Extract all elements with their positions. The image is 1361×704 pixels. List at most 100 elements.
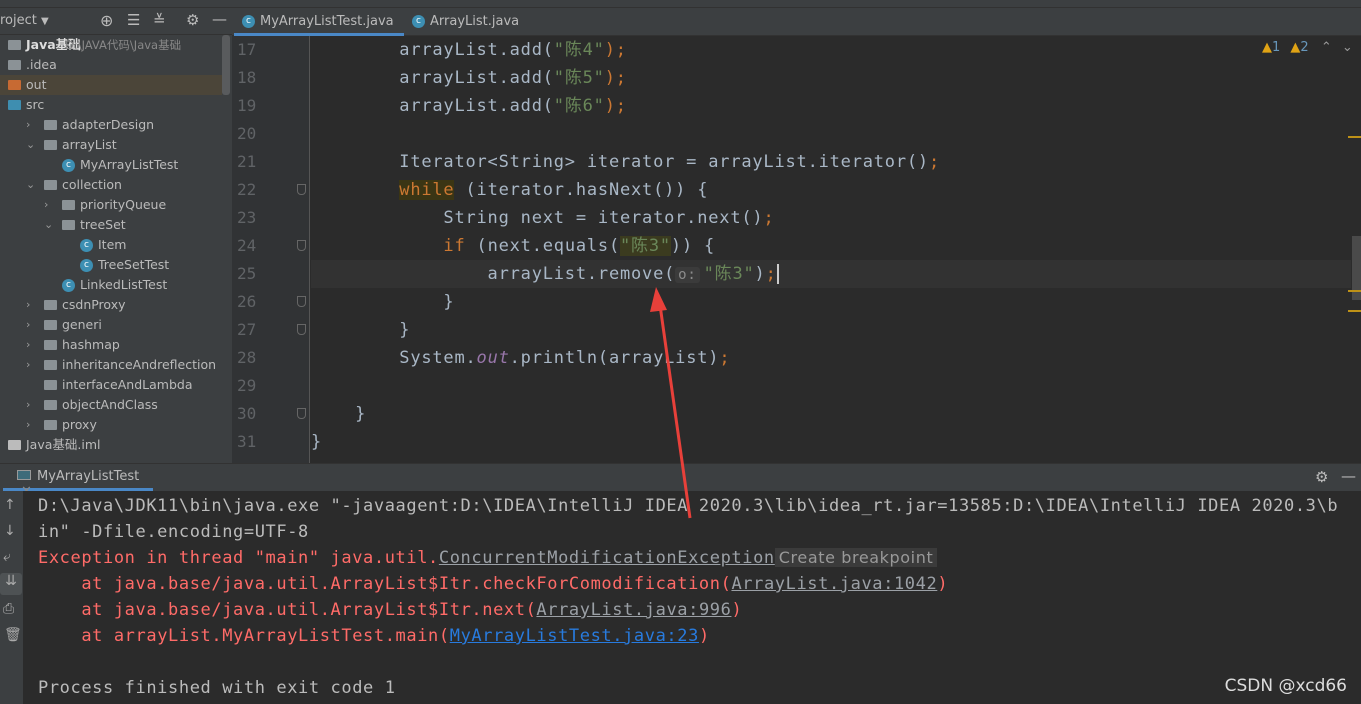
tree-item[interactable]: interfaceAndLambda <box>0 375 222 395</box>
code-line[interactable]: while (iterator.hasNext()) { <box>311 176 708 204</box>
tree-item[interactable]: c TreeSetTest <box>0 255 222 275</box>
line-number: 26 <box>237 292 257 311</box>
folder-icon <box>44 380 57 390</box>
tree-item[interactable]: › inheritanceAndreflection <box>0 355 222 375</box>
tree-item[interactable]: .idea <box>0 55 222 75</box>
tree-item[interactable]: ⌄ treeSet <box>0 215 222 235</box>
code-editor[interactable]: arrayList.add("陈4"); arrayList.add("陈5")… <box>311 36 1351 463</box>
console-line: D:\Java\JDK11\bin\java.exe "-javaagent:D… <box>38 493 1348 545</box>
code-line[interactable]: Iterator<String> iterator = arrayList.it… <box>311 148 940 176</box>
inspection-widget[interactable]: ▲1 ▲2 ⌃ ⌄ <box>1262 40 1353 55</box>
console-output[interactable]: D:\Java\JDK11\bin\java.exe "-javaagent:D… <box>23 491 1361 704</box>
chevron-right-icon[interactable]: › <box>26 315 30 335</box>
tree-item[interactable]: ⌄ arrayList <box>0 135 222 155</box>
chevron-down-icon[interactable]: ⌄ <box>26 135 35 155</box>
chevron-down-icon[interactable]: ⌄ <box>26 175 35 195</box>
fold-marker-icon[interactable] <box>297 408 306 419</box>
tree-item[interactable]: out <box>0 75 222 95</box>
chevron-right-icon[interactable]: › <box>26 115 30 135</box>
collapse-all-icon[interactable]: ≚ <box>153 11 166 29</box>
title-bar <box>0 0 1361 8</box>
code-line[interactable]: String next = iterator.next(); <box>311 204 774 232</box>
trash-icon[interactable]: 🗑 <box>4 627 22 643</box>
tree-item[interactable]: › priorityQueue <box>0 195 222 215</box>
up-arrow-icon[interactable]: ↑ <box>4 497 16 513</box>
console-toolbar: ↑ ↓ ⤶ ⇊ ⎙ 🗑 <box>0 491 23 704</box>
folder-icon <box>44 300 57 310</box>
code-line[interactable]: } <box>311 288 454 316</box>
tree-item[interactable]: src <box>0 95 222 115</box>
next-highlight-icon[interactable]: ⌄ <box>1342 40 1353 55</box>
chevron-right-icon[interactable]: › <box>26 295 30 315</box>
tree-item[interactable]: › objectAndClass <box>0 395 222 415</box>
tab-myarraylisttest[interactable]: c MyArrayListTest.java ✕ <box>234 8 404 56</box>
tree-item-label: Java基础.iml <box>26 437 101 452</box>
run-tab[interactable]: MyArrayListTest ✕ <box>3 464 153 499</box>
chevron-right-icon[interactable]: › <box>26 395 30 415</box>
code-line[interactable]: } <box>311 316 410 344</box>
stack-trace-link[interactable]: ConcurrentModificationException <box>439 548 775 568</box>
tree-item[interactable]: ⌄ collection <box>0 175 222 195</box>
chevron-down-icon[interactable]: ⌄ <box>44 215 53 235</box>
tree-item[interactable]: c LinkedListTest <box>0 275 222 295</box>
print-icon[interactable]: ⎙ <box>3 601 14 617</box>
warning-marker[interactable] <box>1348 136 1361 138</box>
warning-marker[interactable] <box>1348 310 1361 312</box>
stack-trace-link[interactable]: MyArrayListTest.java:23 <box>450 626 699 646</box>
code-token: Iterator<String> iterator = arrayList.it… <box>311 152 929 172</box>
tree-item[interactable]: Java基础.iml <box>0 435 222 455</box>
hide-icon[interactable]: — <box>212 10 227 28</box>
tree-item[interactable]: › hashmap <box>0 335 222 355</box>
tree-scrollbar[interactable] <box>222 35 230 95</box>
console-line: at arrayList.MyArrayListTest.main(MyArra… <box>38 623 1348 649</box>
fold-marker-icon[interactable] <box>297 324 306 335</box>
fold-marker-icon[interactable] <box>297 296 306 307</box>
code-token: System. <box>311 348 477 368</box>
line-number: 24 <box>237 236 257 255</box>
tab-arraylist[interactable]: c ArrayList.java <box>404 8 534 36</box>
chevron-right-icon[interactable]: › <box>26 355 30 375</box>
line-number: 19 <box>237 96 257 115</box>
previous-highlight-icon[interactable]: ⌃ <box>1321 40 1332 55</box>
code-line[interactable]: arrayList.remove(o: "陈3"); <box>311 260 1351 288</box>
scroll-to-end-icon[interactable]: ⇊ <box>0 573 22 595</box>
code-line[interactable]: if (next.equals("陈3")) { <box>311 232 715 260</box>
chevron-right-icon[interactable]: › <box>44 195 48 215</box>
tree-item[interactable]: › csdnProxy <box>0 295 222 315</box>
tree-item[interactable]: › adapterDesign <box>0 115 222 135</box>
line-number: 21 <box>237 152 257 171</box>
file-icon <box>8 440 21 450</box>
tree-item[interactable]: c Item <box>0 235 222 255</box>
down-arrow-icon[interactable]: ↓ <box>4 523 16 539</box>
line-number: 31 <box>237 432 257 451</box>
stack-trace-link[interactable]: ArrayList.java:1042 <box>731 574 937 594</box>
code-line[interactable]: System.out.println(arrayList); <box>311 344 730 372</box>
stack-trace-link[interactable]: ArrayList.java:996 <box>536 600 731 620</box>
hide-icon[interactable]: — <box>1341 467 1356 485</box>
gear-icon[interactable]: ⚙ <box>1315 468 1328 486</box>
expand-all-icon[interactable]: ☰ <box>127 11 140 29</box>
tree-item[interactable]: › generi <box>0 315 222 335</box>
code-line[interactable]: arrayList.add("陈6"); <box>311 92 627 120</box>
code-token: ); <box>604 68 627 88</box>
gear-icon[interactable]: ⚙ <box>186 11 199 29</box>
code-line[interactable]: } <box>311 428 322 456</box>
fold-marker-icon[interactable] <box>297 240 306 251</box>
tree-item-label: .idea <box>26 57 57 72</box>
project-view-selector[interactable]: roject ▼ <box>0 13 49 28</box>
fold-marker-icon[interactable] <box>297 184 306 195</box>
code-line[interactable]: } <box>311 400 366 428</box>
chevron-right-icon[interactable]: › <box>26 335 30 355</box>
create-breakpoint-link[interactable]: Create breakpoint <box>774 548 938 567</box>
code-line[interactable]: arrayList.add("陈5"); <box>311 64 627 92</box>
tree-item[interactable]: Java基础 D:\JAVA代码\Java基础 <box>0 35 222 55</box>
console-line: Process finished with exit code 1 <box>38 675 1348 701</box>
warning-marker[interactable] <box>1348 290 1361 292</box>
chevron-right-icon[interactable]: › <box>26 415 30 435</box>
locate-icon[interactable]: ⊕ <box>100 11 113 30</box>
tree-item[interactable]: › proxy <box>0 415 222 435</box>
soft-wrap-icon[interactable]: ⤶ <box>3 549 11 565</box>
code-line[interactable]: arrayList.add("陈4"); <box>311 36 627 64</box>
tree-item[interactable]: c MyArrayListTest <box>0 155 222 175</box>
